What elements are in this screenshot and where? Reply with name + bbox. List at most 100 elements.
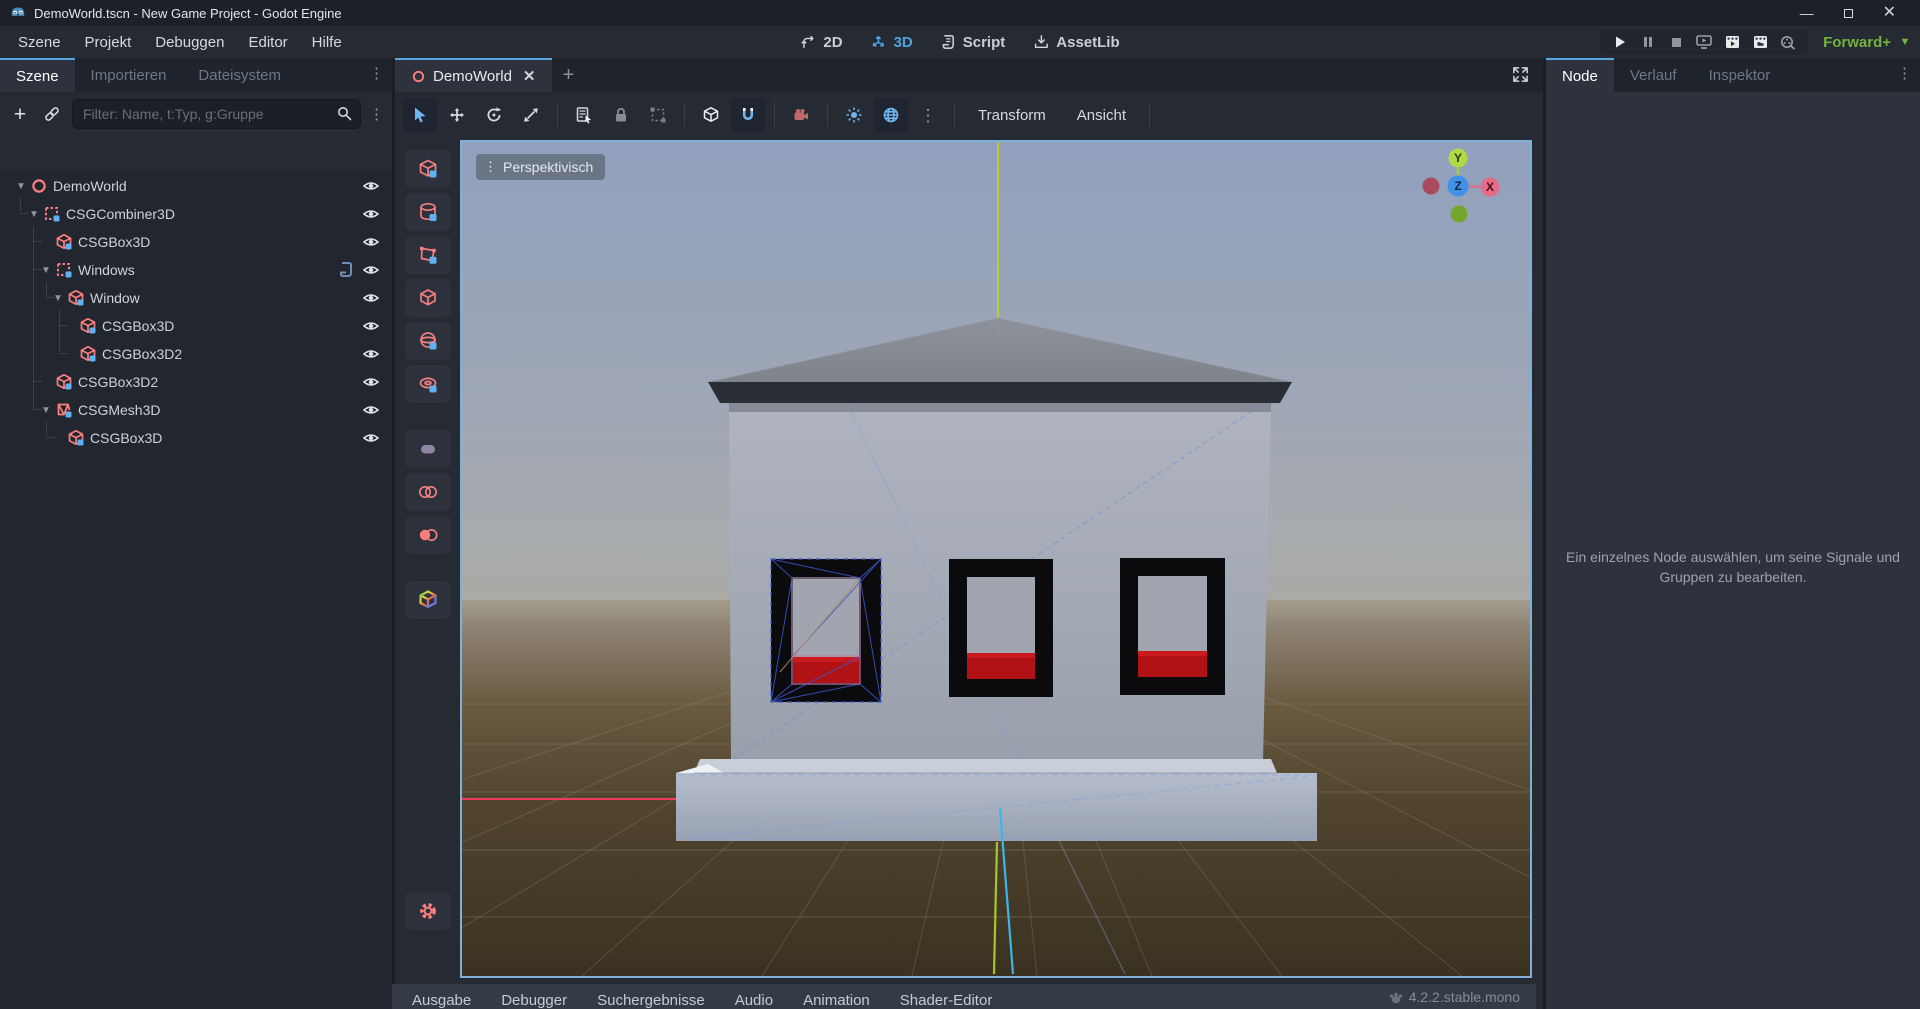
dock-menu-icon[interactable]: ⋮	[369, 66, 384, 81]
mode-2d[interactable]: 2D	[800, 34, 842, 51]
play-custom-scene-button[interactable]	[1748, 30, 1772, 54]
new-scene-tab-button[interactable]: +	[552, 58, 586, 92]
scene-filter-input[interactable]	[72, 99, 361, 129]
minimize-button[interactable]: —	[1800, 6, 1814, 20]
csg-mesh-button[interactable]	[405, 279, 451, 317]
group-button[interactable]	[641, 98, 675, 132]
close-icon[interactable]: ✕	[523, 67, 536, 85]
visibility-icon[interactable]	[362, 177, 380, 198]
visibility-icon[interactable]	[362, 429, 380, 450]
tab-dateisystem[interactable]: Dateisystem	[182, 58, 297, 92]
bottom-tab-ausgabe[interactable]: Ausgabe	[412, 993, 471, 1009]
pause-button[interactable]	[1636, 30, 1660, 54]
select-tool-button[interactable]	[403, 98, 437, 132]
play-scene-button[interactable]	[1720, 30, 1744, 54]
menu-hilfe[interactable]: Hilfe	[300, 30, 354, 55]
visibility-icon[interactable]	[362, 373, 380, 394]
play-button[interactable]	[1608, 30, 1632, 54]
movie-reel-icon	[1780, 35, 1796, 50]
chevron-down-icon[interactable]: ▼	[39, 405, 53, 416]
csg-intersection-button[interactable]	[405, 473, 451, 511]
rotate-tool-button[interactable]	[477, 98, 511, 132]
tree-row-csgbox3d[interactable]: CSGBox3D	[0, 424, 392, 452]
csg-union-button[interactable]	[405, 430, 451, 468]
tree-row-demoworld[interactable]: ▼ DemoWorld	[0, 172, 392, 200]
visibility-icon[interactable]	[362, 261, 380, 282]
axis-gizmo[interactable]: Y X Z	[1420, 148, 1500, 228]
visibility-icon[interactable]	[362, 317, 380, 338]
mode-assetlib[interactable]: AssetLib	[1033, 34, 1119, 51]
dock-menu-icon[interactable]: ⋮	[1897, 66, 1912, 81]
scale-tool-button[interactable]	[514, 98, 548, 132]
bottom-tab-animation[interactable]: Animation	[803, 993, 870, 1009]
chevron-down-icon[interactable]: ▼	[27, 209, 41, 220]
csg-subtraction-button[interactable]	[405, 516, 451, 554]
tree-row-csgbox3d[interactable]: CSGBox3D	[0, 228, 392, 256]
tab-szene[interactable]: Szene	[0, 58, 75, 92]
mode-script[interactable]: Script	[941, 34, 1006, 51]
preview-environment-button[interactable]	[874, 98, 908, 132]
move-tool-button[interactable]	[440, 98, 474, 132]
close-button[interactable]: ✕	[1883, 5, 1896, 21]
preview-sun-button[interactable]	[837, 98, 871, 132]
movie-mode-button[interactable]	[1776, 30, 1800, 54]
perspective-menu[interactable]: ⋮ Perspektivisch	[476, 154, 605, 180]
chevron-down-icon[interactable]: ▼	[14, 181, 28, 192]
stop-button[interactable]	[1664, 30, 1688, 54]
camera-preview-button[interactable]	[784, 98, 818, 132]
csg-box-button[interactable]	[405, 150, 451, 188]
bottom-tab-suchergebnisse[interactable]: Suchergebnisse	[597, 993, 705, 1009]
renderer-dropdown[interactable]: Forward+▼	[1823, 26, 1912, 58]
tab-verlauf[interactable]: Verlauf	[1614, 58, 1693, 92]
filter-menu-icon[interactable]: ⋮	[369, 107, 384, 122]
tree-row-csgmesh3d[interactable]: ▼ CSGMesh3D	[0, 396, 392, 424]
bottom-tab-shader-editor[interactable]: Shader-Editor	[900, 993, 993, 1009]
snap-toggle-button[interactable]	[731, 98, 765, 132]
menu-debuggen[interactable]: Debuggen	[143, 30, 236, 55]
tree-row-csgcombiner3d[interactable]: ▼ CSGCombiner3D	[0, 200, 392, 228]
chevron-down-icon[interactable]: ▼	[39, 265, 53, 276]
menu-szene[interactable]: Szene	[6, 30, 73, 55]
maximize-button[interactable]	[1844, 6, 1853, 20]
csg-torus-button[interactable]	[405, 365, 451, 403]
csg-sphere-button[interactable]	[405, 322, 451, 360]
tree-row-window[interactable]: ▼ Window	[0, 284, 392, 312]
visibility-icon[interactable]	[362, 289, 380, 310]
csg-cylinder-button[interactable]	[405, 193, 451, 231]
csg-polygon-button[interactable]	[405, 236, 451, 274]
lock-button[interactable]	[604, 98, 638, 132]
tree-row-windows[interactable]: ▼ Windows	[0, 256, 392, 284]
chevron-down-icon[interactable]: ▼	[51, 293, 65, 304]
scene-tab-demoworld[interactable]: DemoWorld ✕	[395, 58, 552, 92]
transform-menu[interactable]: Transform	[964, 107, 1060, 124]
menu-projekt[interactable]: Projekt	[73, 30, 144, 55]
list-select-button[interactable]	[567, 98, 601, 132]
ruler-mode-button[interactable]	[694, 98, 728, 132]
visibility-icon[interactable]	[362, 205, 380, 226]
visibility-icon[interactable]	[362, 233, 380, 254]
extra-options-menu[interactable]: ⋮	[911, 98, 945, 132]
script-icon[interactable]	[339, 262, 352, 280]
tree-row-csgbox3d[interactable]: CSGBox3D	[0, 312, 392, 340]
visibility-icon[interactable]	[362, 345, 380, 366]
instance-scene-button[interactable]	[40, 102, 64, 126]
tab-inspektor[interactable]: Inspektor	[1693, 58, 1787, 92]
menu-editor[interactable]: Editor	[236, 30, 299, 55]
viewport-3d[interactable]: ⋮ Perspektivisch Y X Z	[460, 140, 1532, 978]
tree-row-csgbox3d2[interactable]: CSGBox3D2	[0, 368, 392, 396]
viewport-settings-button[interactable]	[405, 892, 451, 930]
remote-debug-button[interactable]	[1692, 30, 1716, 54]
mode-3d[interactable]: 3D	[871, 34, 913, 51]
tab-node[interactable]: Node	[1546, 58, 1614, 92]
bottom-tab-debugger[interactable]: Debugger	[501, 993, 567, 1009]
visibility-icon[interactable]	[362, 401, 380, 422]
csg-box-icon	[79, 317, 97, 335]
tree-row-csgbox3d2[interactable]: CSGBox3D2	[0, 340, 392, 368]
godot-paw-icon	[1389, 991, 1403, 1004]
view-menu[interactable]: Ansicht	[1063, 107, 1140, 124]
fullscreen-toggle-icon[interactable]	[1512, 66, 1529, 88]
bottom-tab-audio[interactable]: Audio	[735, 993, 773, 1009]
tab-importieren[interactable]: Importieren	[75, 58, 183, 92]
bake-mesh-button[interactable]	[405, 581, 451, 619]
add-node-button[interactable]: +	[8, 102, 32, 126]
